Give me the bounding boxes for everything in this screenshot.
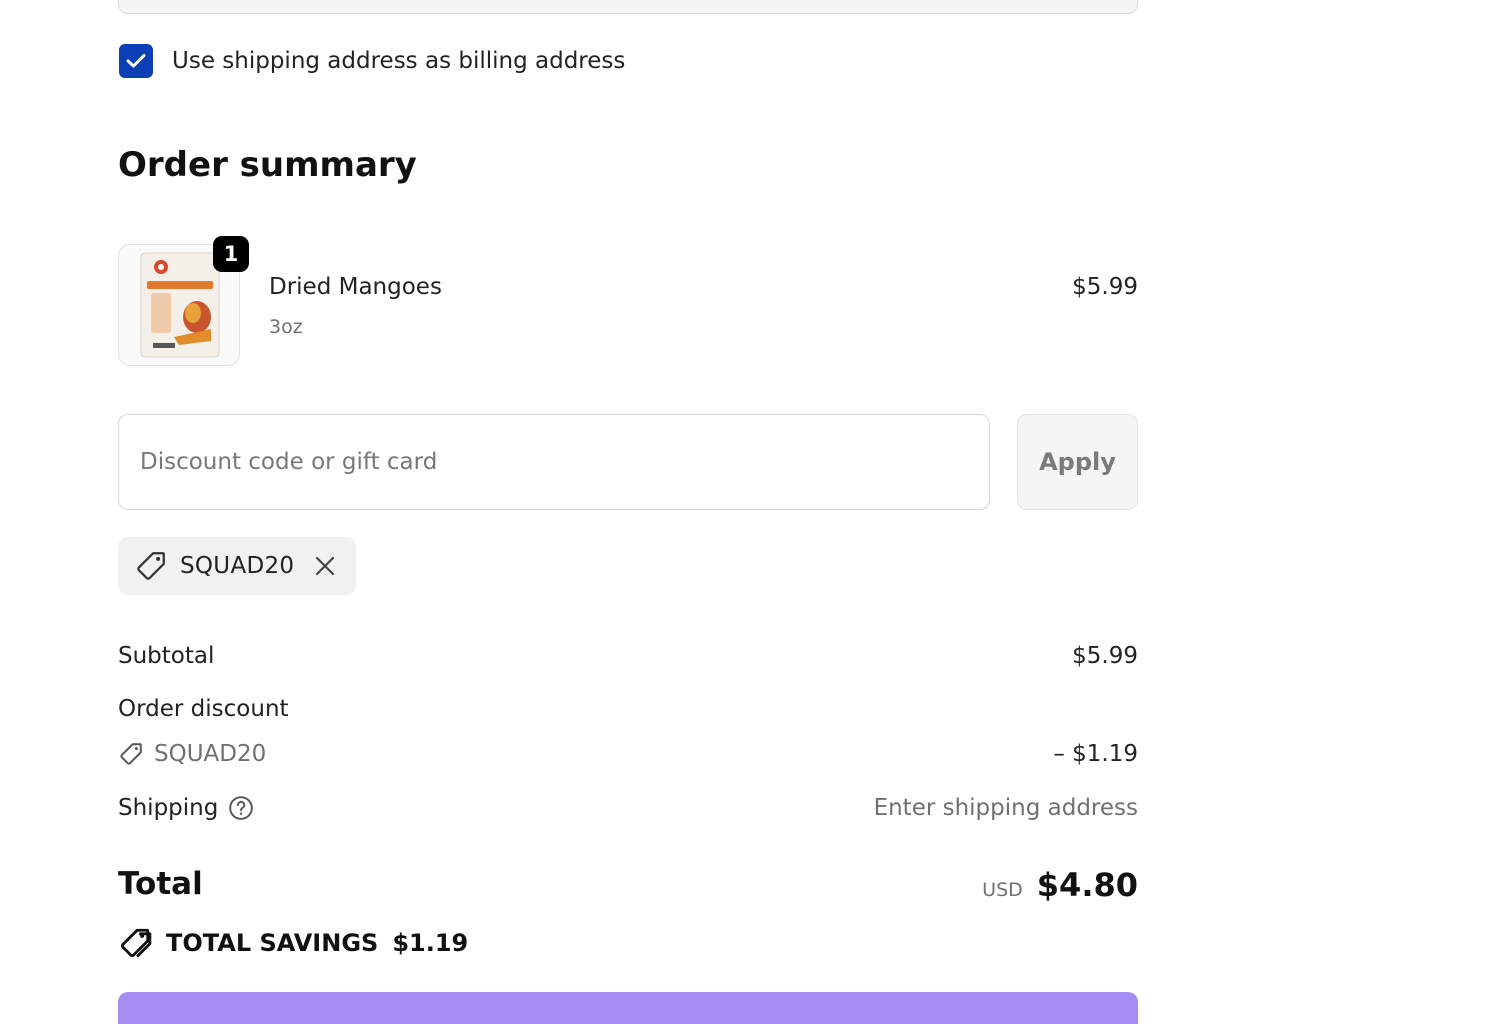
product-variant: 3oz — [269, 316, 303, 338]
billing-checkbox-label[interactable]: Use shipping address as billing address — [172, 48, 625, 74]
discount-code-input[interactable] — [118, 414, 990, 510]
subtotal-value: $5.99 — [1072, 643, 1138, 669]
tag-icon — [120, 743, 142, 765]
order-discount-label: Order discount — [118, 696, 289, 722]
total-label: Total — [118, 866, 203, 902]
product-price: $5.99 — [1072, 274, 1138, 300]
remove-discount-button[interactable] — [312, 553, 338, 579]
savings-tag-icon — [120, 928, 152, 958]
close-icon — [316, 556, 335, 576]
total-savings-row: TOTAL SAVINGS $1.19 — [118, 926, 468, 960]
order-summary-title: Order summary — [118, 145, 417, 185]
total-savings-label: TOTAL SAVINGS — [166, 929, 379, 957]
total-amount: $4.80 — [1036, 866, 1138, 904]
subtotal-label: Subtotal — [118, 643, 215, 669]
tag-icon — [137, 552, 165, 580]
product-name: Dried Mangoes — [269, 274, 442, 300]
applied-discount-chip: SQUAD20 — [118, 537, 357, 595]
previous-form-field[interactable] — [118, 0, 1138, 14]
shipping-label: Shipping — [118, 795, 219, 821]
order-discount-value: – $1.19 — [1053, 741, 1138, 767]
total-value: USD $4.80 — [982, 866, 1138, 904]
apply-discount-button[interactable]: Apply — [1017, 414, 1138, 510]
order-discount-row: Order discount — [118, 696, 1138, 722]
shipping-value: Enter shipping address — [873, 795, 1138, 821]
total-currency: USD — [982, 879, 1023, 901]
shipping-help-icon[interactable] — [228, 795, 254, 821]
pay-now-button[interactable] — [118, 992, 1138, 1024]
subtotal-row: Subtotal $5.99 — [118, 643, 1138, 669]
total-savings-value: $1.19 — [392, 929, 469, 957]
checkmark-icon — [126, 54, 146, 68]
order-discount-code-row: SQUAD20 – $1.19 — [118, 741, 1138, 767]
question-circle-icon — [229, 796, 254, 820]
shipping-row: Shipping Enter shipping address — [118, 795, 1138, 821]
billing-address-option[interactable]: Use shipping address as billing address — [119, 44, 625, 78]
applied-discount-code: SQUAD20 — [180, 553, 295, 579]
billing-checkbox[interactable] — [119, 44, 153, 78]
checkout-page: Use shipping address as billing address … — [0, 0, 1500, 1024]
order-line-item: 1 Dried Mangoes 3oz $5.99 — [118, 236, 1138, 368]
quantity-badge: 1 — [213, 236, 249, 272]
order-discount-code: SQUAD20 — [154, 741, 267, 767]
